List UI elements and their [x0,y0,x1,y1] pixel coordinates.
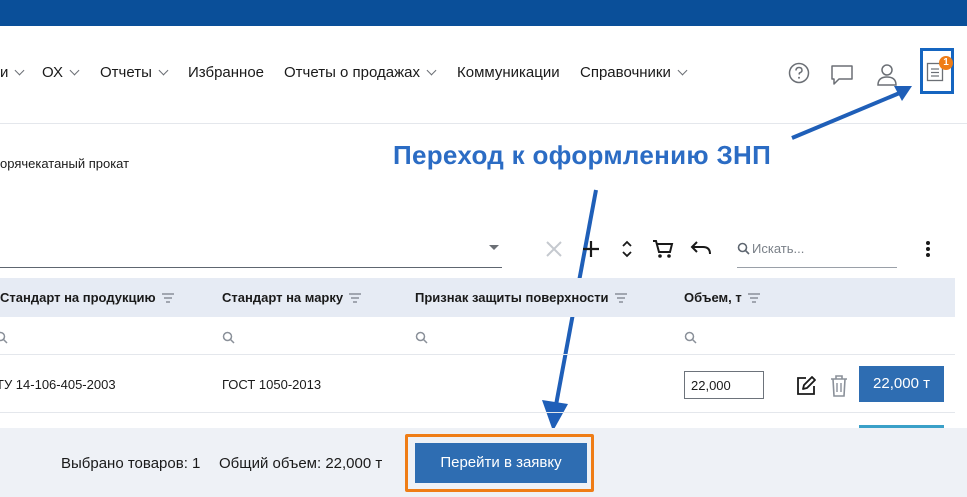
column-header-volume[interactable]: Объем, т [684,290,760,305]
column-search-icon[interactable] [0,331,8,344]
column-header-standard-product[interactable]: Стандарт на продукцию [0,290,174,305]
clear-icon[interactable] [545,240,563,258]
column-header-label: Стандарт на марку [222,290,344,305]
sort-icon[interactable] [621,238,633,260]
search-placeholder: Искать... [752,241,805,256]
column-header-label: Признак защиты поверхности [415,290,609,305]
column-header-standard-grade[interactable]: Стандарт на марку [222,290,362,305]
row-divider [0,354,955,355]
filter-icon[interactable] [747,293,760,303]
column-header-surface-protection[interactable]: Признак защиты поверхности [415,290,627,305]
edit-icon[interactable] [795,375,817,397]
filter-select[interactable] [0,267,502,268]
filter-icon[interactable] [161,293,174,303]
search-icon [737,242,750,255]
volume-button[interactable]: 22,000 т [859,366,944,402]
arrowhead-go-button [542,400,568,431]
total-volume: Общий объем: 22,000 т [219,455,383,472]
cart-icon[interactable] [652,239,674,259]
dropdown-caret-icon[interactable] [488,244,500,252]
undo-icon[interactable] [690,240,712,256]
selected-count: Выбрано товаров: 1 [61,455,201,472]
more-icon[interactable] [924,240,932,258]
delete-icon[interactable] [829,374,849,398]
add-icon[interactable] [582,240,600,258]
go-to-order-button[interactable]: Перейти в заявку [415,443,587,483]
arrow-to-order-icon [791,90,903,140]
cell-standard-grade: ГОСТ 1050-2013 [222,377,322,392]
column-search-icon[interactable] [222,331,235,344]
row-divider [0,412,955,413]
volume-input[interactable]: 22,000 [684,371,764,399]
column-search-icon[interactable] [415,331,428,344]
filter-icon[interactable] [614,293,627,303]
column-header-label: Стандарт на продукцию [0,290,156,305]
cell-standard-product: ТУ 14-106-405-2003 [0,377,116,392]
column-header-label: Объем, т [684,290,742,305]
filter-icon[interactable] [349,293,362,303]
column-search-icon[interactable] [684,331,697,344]
search-field[interactable]: Искать... [737,240,897,268]
